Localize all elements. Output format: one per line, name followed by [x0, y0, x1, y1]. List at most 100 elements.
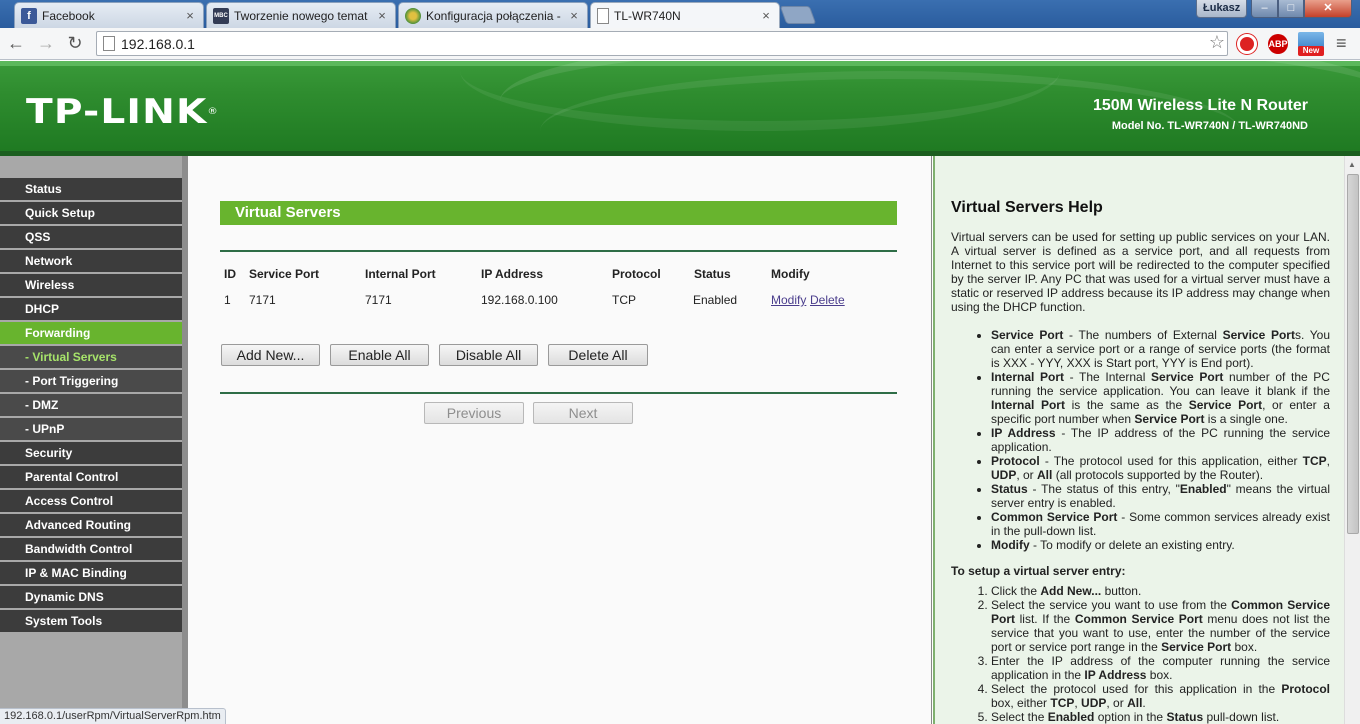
sidebar-item-status[interactable]: Status [0, 178, 182, 200]
setup-steps: Click the Add New... button.Select the s… [991, 584, 1330, 724]
scroll-up-arrow-icon[interactable]: ▲ [1348, 160, 1356, 169]
tab-title: TL-WR740N [614, 8, 681, 23]
column-header-modify: Modify [771, 267, 810, 281]
minimize-button[interactable]: – [1251, 0, 1278, 18]
help-item: Common Service Port - Some common servic… [991, 510, 1330, 538]
setup-step: Select the service you want to use from … [991, 598, 1330, 654]
model-number: Model No. TL-WR740N / TL-WR740ND [1111, 120, 1308, 132]
new-badge: New [1298, 46, 1324, 56]
profile-button[interactable]: Łukasz [1196, 0, 1248, 18]
close-window-button[interactable]: ✕ [1304, 0, 1352, 18]
maximize-button[interactable]: □ [1278, 0, 1304, 18]
url-text[interactable]: 192.168.0.1 [121, 36, 195, 52]
cell-protocol: TCP [612, 293, 636, 307]
cell-internal-port: 7171 [365, 293, 392, 307]
product-name: 150M Wireless Lite N Router [1092, 97, 1308, 114]
column-header-id: ID [224, 267, 236, 281]
sidebar-item-dynamic-dns[interactable]: Dynamic DNS [0, 586, 182, 608]
sidebar-item-upnp[interactable]: - UPnP [0, 418, 182, 440]
sidebar-item-security[interactable]: Security [0, 442, 182, 464]
sidebar-item-wireless[interactable]: Wireless [0, 274, 182, 296]
enable-all-button[interactable]: Enable All [330, 344, 429, 366]
bookmark-star-icon[interactable]: ☆ [1209, 32, 1225, 53]
sidebar-item-network[interactable]: Network [0, 250, 182, 272]
browser-tab-bar: f Facebook × MBC Tworzenie nowego temat … [0, 0, 1360, 28]
help-body: Virtual servers can be used for setting … [951, 230, 1330, 724]
page-title-bar: Virtual Servers [220, 201, 897, 225]
tp-link-logo: TP-LINK® [26, 92, 219, 132]
help-item: Service Port - The numbers of External S… [991, 328, 1330, 370]
forum-icon: MBC [213, 7, 229, 24]
close-icon[interactable]: × [183, 8, 197, 23]
cell-service-port: 7171 [249, 293, 276, 307]
new-tab-button[interactable] [779, 6, 817, 24]
facebook-icon: f [21, 7, 37, 24]
sidebar-item-port-triggering[interactable]: - Port Triggering [0, 370, 182, 392]
add-new-button[interactable]: Add New... [221, 344, 320, 366]
cell-status: Enabled [693, 293, 738, 307]
setup-step: Select the protocol used for this applic… [991, 682, 1330, 710]
browser-toolbar: ← → ↻ 192.168.0.1 ☆ ABP New ≡ [0, 28, 1360, 60]
status-bar-url: 192.168.0.1/userRpm/VirtualServerRpm.htm [0, 708, 226, 724]
sidebar-item-dmz[interactable]: - DMZ [0, 394, 182, 416]
close-icon[interactable]: × [567, 8, 581, 23]
help-title: Virtual Servers Help [951, 199, 1103, 216]
tab-facebook[interactable]: f Facebook × [14, 2, 204, 28]
scroll-thumb[interactable] [1347, 174, 1359, 534]
column-header-service-port: Service Port [249, 267, 320, 281]
sidebar-item-bandwidth-control[interactable]: Bandwidth Control [0, 538, 182, 560]
close-icon[interactable]: × [759, 8, 773, 23]
help-item: Protocol - The protocol used for this ap… [991, 454, 1330, 482]
sidebar-item-ip-mac-binding[interactable]: IP & MAC Binding [0, 562, 182, 584]
tab-tl-wr740n[interactable]: TL-WR740N × [590, 2, 780, 28]
sidebar-item-dhcp[interactable]: DHCP [0, 298, 182, 320]
address-bar[interactable]: 192.168.0.1 ☆ [96, 31, 1228, 56]
sidebar-item-forwarding[interactable]: Forwarding [0, 322, 182, 344]
divider [220, 250, 897, 252]
column-header-status: Status [694, 267, 731, 281]
main-content: Virtual Servers ID Service Port Internal… [188, 156, 932, 724]
sidebar-item-qss[interactable]: QSS [0, 226, 182, 248]
stop-extension-icon[interactable] [1237, 34, 1257, 54]
delete-all-button[interactable]: Delete All [548, 344, 648, 366]
back-arrow-icon[interactable]: ← [4, 32, 28, 56]
sidebar-item-parental-control[interactable]: Parental Control [0, 466, 182, 488]
setup-step: Enter the IP address of the computer run… [991, 654, 1330, 682]
tab-konfiguracja[interactable]: Konfiguracja połączenia - × [398, 2, 588, 28]
page-title: Virtual Servers [235, 204, 341, 221]
setup-heading: To setup a virtual server entry: [951, 564, 1126, 578]
modify-link[interactable]: Modify [771, 293, 806, 307]
sidebar-menu: Status Quick Setup QSS Network Wireless DHCP F… [0, 156, 186, 724]
browser-menu-icon[interactable]: ≡ [1336, 33, 1347, 54]
sidebar-item-quick-setup[interactable]: Quick Setup [0, 202, 182, 224]
close-icon[interactable]: × [375, 8, 389, 23]
sidebar-item-system-tools[interactable]: System Tools [0, 610, 182, 632]
adblock-plus-icon[interactable]: ABP [1268, 34, 1288, 54]
tab-title: Tworzenie nowego temat [234, 8, 368, 23]
help-item: Internal Port - The Internal Service Por… [991, 370, 1330, 426]
tab-forum[interactable]: MBC Tworzenie nowego temat × [206, 2, 396, 28]
new-extension-icon[interactable]: New [1298, 32, 1324, 56]
tab-title: Facebook [42, 8, 95, 23]
page-icon [597, 7, 609, 24]
help-intro: Virtual servers can be used for setting … [951, 230, 1330, 314]
reload-icon[interactable]: ↻ [63, 32, 87, 56]
cell-id: 1 [224, 293, 231, 307]
help-scrollbar[interactable]: ▲ [1344, 156, 1360, 724]
forward-arrow-icon[interactable]: → [34, 32, 58, 56]
sidebar-item-access-control[interactable]: Access Control [0, 490, 182, 512]
previous-button[interactable]: Previous [424, 402, 524, 424]
column-header-ip-address: IP Address [481, 267, 544, 281]
next-button[interactable]: Next [533, 402, 633, 424]
divider [220, 392, 897, 394]
setup-step: Click the Add New... button. [991, 584, 1330, 598]
delete-link[interactable]: Delete [810, 293, 845, 307]
column-header-internal-port: Internal Port [365, 267, 436, 281]
sidebar-item-advanced-routing[interactable]: Advanced Routing [0, 514, 182, 536]
page-icon [103, 36, 115, 51]
help-item: Status - The status of this entry, "Enab… [991, 482, 1330, 510]
column-header-protocol: Protocol [612, 267, 661, 281]
disable-all-button[interactable]: Disable All [439, 344, 538, 366]
sidebar-item-virtual-servers[interactable]: - Virtual Servers [0, 346, 182, 368]
help-list: Service Port - The numbers of External S… [991, 328, 1330, 552]
